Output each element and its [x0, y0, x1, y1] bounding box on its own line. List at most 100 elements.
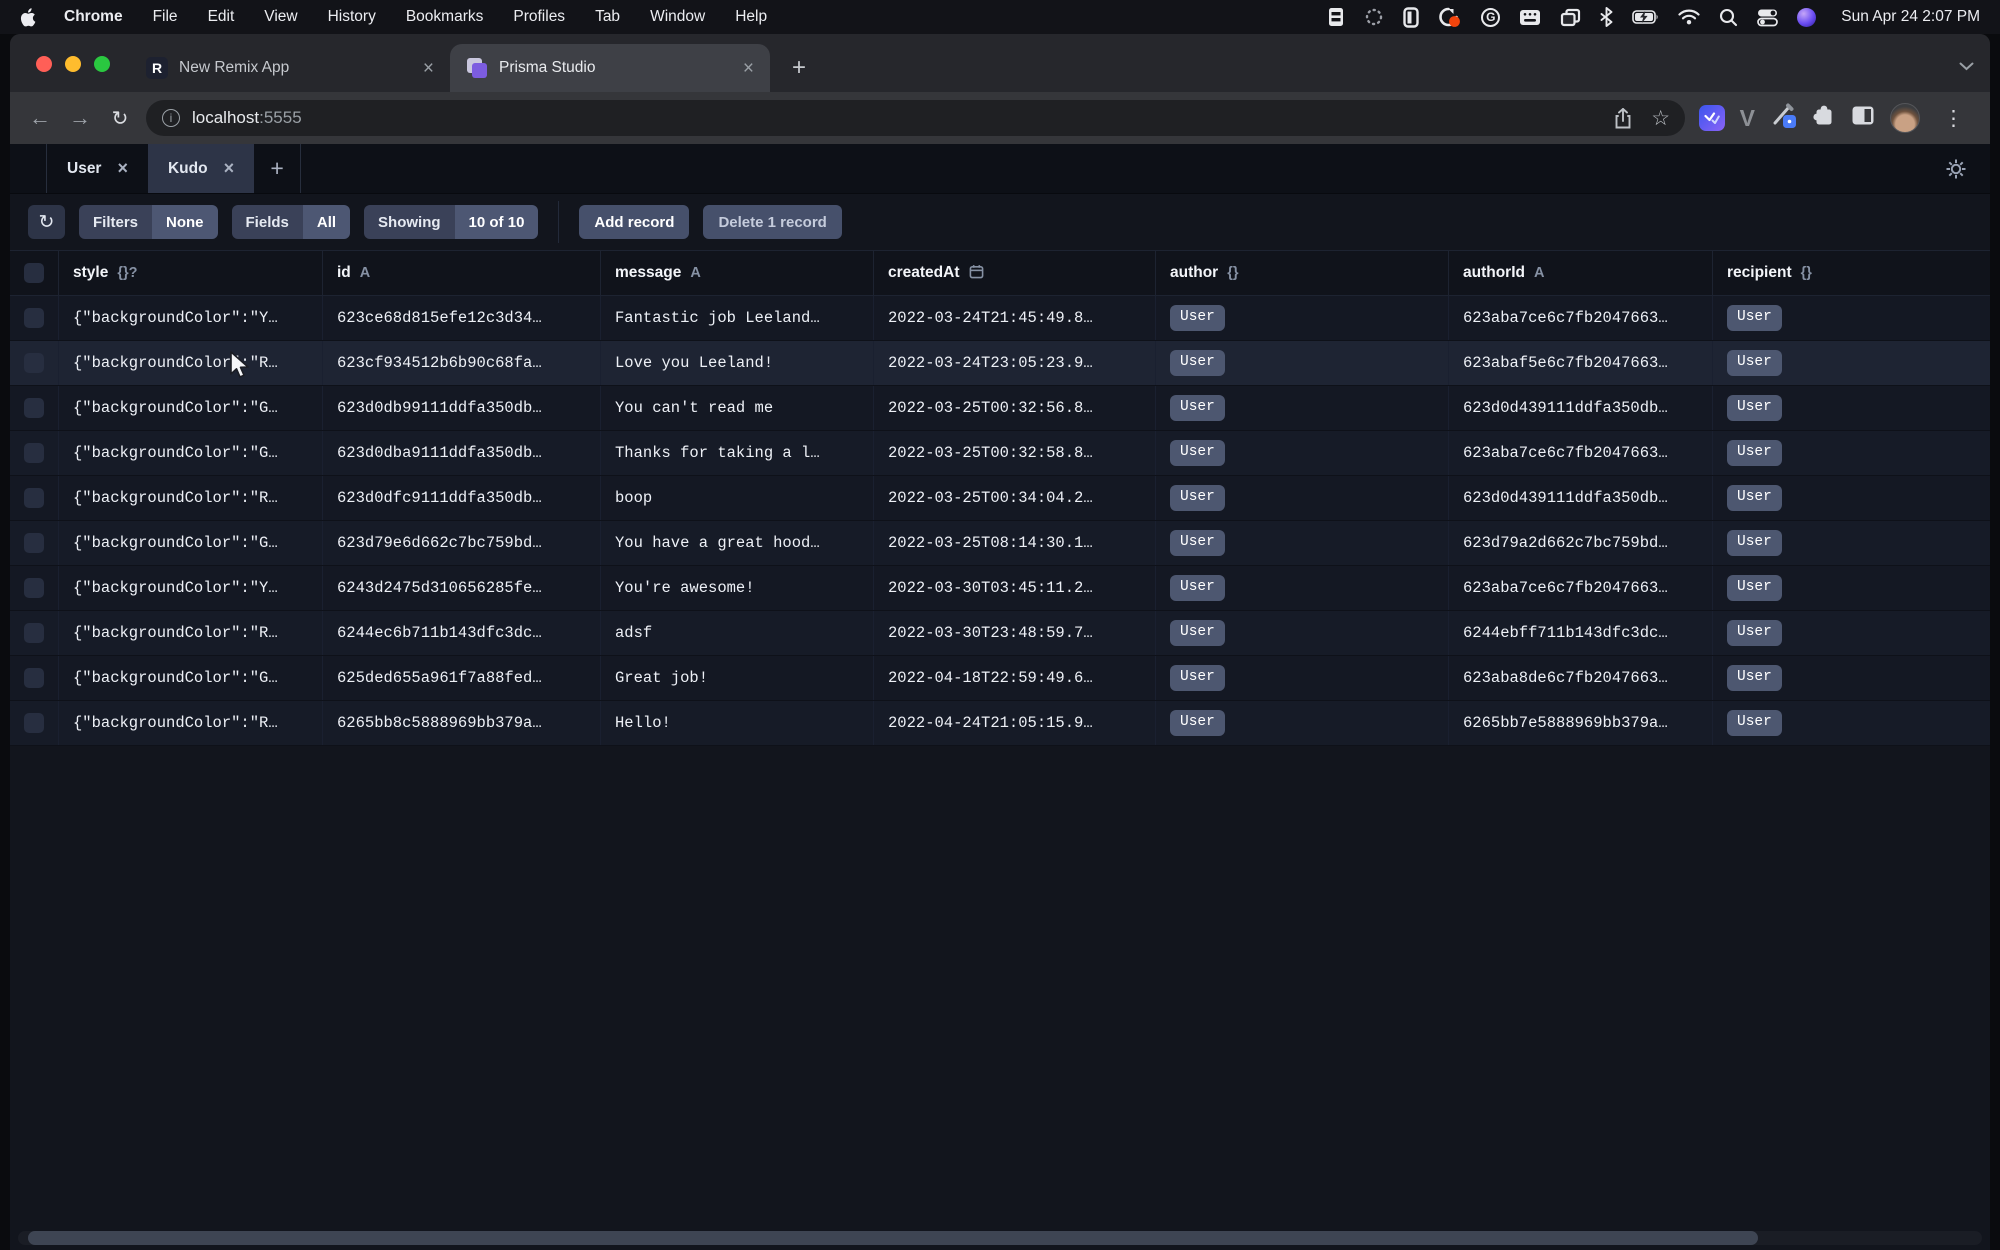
assistant-app-icon[interactable] [1797, 8, 1816, 27]
row-checkbox[interactable] [24, 623, 44, 643]
close-window-button[interactable] [36, 56, 52, 72]
style-cell[interactable]: {"backgroundColor":"R… [58, 611, 322, 655]
row-checkbox[interactable] [24, 533, 44, 553]
createdAt-cell[interactable]: 2022-03-24T21:45:49.8… [873, 296, 1155, 340]
bookmark-star-icon[interactable]: ☆ [1645, 102, 1677, 134]
back-icon[interactable]: ← [20, 98, 60, 138]
recipient-relation-chip[interactable]: User [1727, 575, 1782, 601]
recipient-cell[interactable]: User [1712, 521, 1990, 565]
recipient-relation-chip[interactable]: User [1727, 710, 1782, 736]
author-relation-chip[interactable]: User [1170, 710, 1225, 736]
author-cell[interactable]: User [1155, 341, 1448, 385]
bluetooth-icon[interactable] [1600, 7, 1613, 27]
author-cell[interactable]: User [1155, 566, 1448, 610]
keyboard-icon[interactable] [1519, 9, 1541, 26]
extension-icon-blue-check[interactable] [1699, 105, 1725, 131]
extension-icon-color-picker[interactable] [1770, 102, 1797, 134]
recipient-cell[interactable]: User [1712, 431, 1990, 475]
column-header-recipient[interactable]: recipient{} [1712, 251, 1990, 295]
createdAt-cell[interactable]: 2022-03-25T08:14:30.1… [873, 521, 1155, 565]
tab-search-chevron-icon[interactable] [1959, 58, 1974, 76]
showing-control[interactable]: Showing 10 of 10 [364, 205, 538, 239]
author-relation-chip[interactable]: User [1170, 620, 1225, 646]
recipient-relation-chip[interactable]: User [1727, 305, 1782, 331]
author-cell[interactable]: User [1155, 386, 1448, 430]
menu-item-file[interactable]: File [153, 8, 178, 26]
createdAt-cell[interactable]: 2022-03-30T23:48:59.7… [873, 611, 1155, 655]
createdAt-cell[interactable]: 2022-03-25T00:34:04.2… [873, 476, 1155, 520]
menu-item-bookmarks[interactable]: Bookmarks [406, 8, 484, 26]
close-tab-icon[interactable]: × [117, 158, 128, 179]
site-info-icon[interactable]: i [162, 109, 180, 127]
message-cell[interactable]: Love you Leeland! [600, 341, 873, 385]
createdAt-cell[interactable]: 2022-03-24T23:05:23.9… [873, 341, 1155, 385]
menu-item-window[interactable]: Window [650, 8, 705, 26]
model-tab-kudo[interactable]: Kudo × [148, 144, 254, 193]
address-bar[interactable]: i localhost:5555 ☆ [146, 100, 1685, 136]
message-cell[interactable]: You can't read me [600, 386, 873, 430]
author-cell[interactable]: User [1155, 701, 1448, 745]
column-header-authorId[interactable]: authorIdA [1448, 251, 1712, 295]
screen-record-icon[interactable] [1438, 7, 1462, 28]
share-icon[interactable] [1607, 102, 1639, 134]
recipient-cell[interactable]: User [1712, 611, 1990, 655]
menu-bar-clock[interactable]: Sun Apr 24 2:07 PM [1841, 8, 1980, 26]
add-record-button[interactable]: Add record [579, 205, 689, 239]
message-cell[interactable]: You have a great hood… [600, 521, 873, 565]
createdAt-cell[interactable]: 2022-03-25T00:32:58.8… [873, 431, 1155, 475]
id-cell[interactable]: 623d79e6d662c7bc759bd… [322, 521, 600, 565]
row-checkbox[interactable] [24, 668, 44, 688]
film-frames-icon[interactable] [1327, 7, 1345, 27]
row-checkbox[interactable] [24, 308, 44, 328]
author-relation-chip[interactable]: User [1170, 395, 1225, 421]
id-cell[interactable]: 623d0db99111ddfa350db… [322, 386, 600, 430]
stage-manager-icon[interactable] [1560, 8, 1581, 27]
menu-item-history[interactable]: History [328, 8, 376, 26]
column-header-createdAt[interactable]: createdAt [873, 251, 1155, 295]
style-cell[interactable]: {"backgroundColor":"Y… [58, 296, 322, 340]
close-tab-icon[interactable]: × [224, 158, 235, 179]
recipient-cell[interactable]: User [1712, 566, 1990, 610]
message-cell[interactable]: Fantastic job Leeland… [600, 296, 873, 340]
authorid-cell[interactable]: 623aba7ce6c7fb2047663… [1448, 566, 1712, 610]
author-relation-chip[interactable]: User [1170, 665, 1225, 691]
display-icon[interactable] [1403, 7, 1419, 28]
filters-control[interactable]: Filters None [79, 205, 218, 239]
recipient-cell[interactable]: User [1712, 701, 1990, 745]
minimize-window-button[interactable] [65, 56, 81, 72]
recipient-relation-chip[interactable]: User [1727, 350, 1782, 376]
forward-icon[interactable]: → [60, 98, 100, 138]
horizontal-scrollbar-track[interactable] [18, 1231, 1982, 1245]
createdAt-cell[interactable]: 2022-03-30T03:45:11.2… [873, 566, 1155, 610]
authorid-cell[interactable]: 6265bb7e5888969bb379a… [1448, 701, 1712, 745]
row-checkbox[interactable] [24, 488, 44, 508]
id-cell[interactable]: 623ce68d815efe12c3d34… [322, 296, 600, 340]
menu-item-tab[interactable]: Tab [595, 8, 620, 26]
message-cell[interactable]: Great job! [600, 656, 873, 700]
spinner-icon[interactable] [1364, 7, 1384, 27]
apple-logo-icon[interactable] [20, 8, 36, 27]
message-cell[interactable]: adsf [600, 611, 873, 655]
recipient-relation-chip[interactable]: User [1727, 395, 1782, 421]
column-header-message[interactable]: messageA [600, 251, 873, 295]
style-cell[interactable]: {"backgroundColor":"R… [58, 476, 322, 520]
authorid-cell[interactable]: 6244ebff711b143dfc3dc… [1448, 611, 1712, 655]
message-cell[interactable]: Thanks for taking a l… [600, 431, 873, 475]
message-cell[interactable]: boop [600, 476, 873, 520]
message-cell[interactable]: Hello! [600, 701, 873, 745]
battery-icon[interactable] [1632, 10, 1659, 24]
recipient-cell[interactable]: User [1712, 476, 1990, 520]
recipient-cell[interactable]: User [1712, 296, 1990, 340]
id-cell[interactable]: 6243d2475d310656285fe… [322, 566, 600, 610]
refresh-icon[interactable]: ↻ [28, 205, 65, 239]
row-checkbox[interactable] [24, 443, 44, 463]
authorid-cell[interactable]: 623d0d439111ddfa350db… [1448, 386, 1712, 430]
recipient-relation-chip[interactable]: User [1727, 665, 1782, 691]
style-cell[interactable]: {"backgroundColor":"R… [58, 701, 322, 745]
authorid-cell[interactable]: 623aba8de6c7fb2047663… [1448, 656, 1712, 700]
style-cell[interactable]: {"backgroundColor":"G… [58, 521, 322, 565]
horizontal-scrollbar-thumb[interactable] [28, 1231, 1758, 1245]
message-cell[interactable]: You're awesome! [600, 566, 873, 610]
column-header-id[interactable]: idA [322, 251, 600, 295]
style-cell[interactable]: {"backgroundColor":"Y… [58, 566, 322, 610]
